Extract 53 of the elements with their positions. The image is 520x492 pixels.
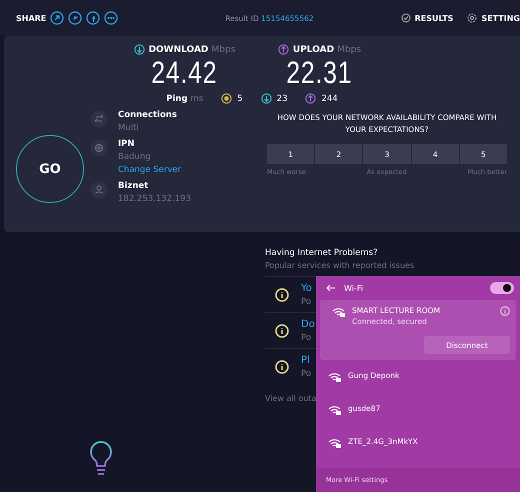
info-title: Connections [118, 110, 177, 120]
service-note: Po [301, 368, 312, 378]
wifi-toggle[interactable] [490, 282, 514, 294]
info-detail: Multi [118, 123, 140, 133]
go-button[interactable]: GO [16, 135, 84, 203]
person-icon [90, 181, 108, 199]
arrows-icon [90, 110, 108, 128]
back-arrow-icon[interactable] [326, 284, 336, 292]
info-icon [275, 324, 289, 338]
service-name[interactable]: Yo [301, 282, 312, 294]
ping-value: 244 [321, 94, 338, 104]
upload-icon [305, 93, 316, 104]
info-icon [275, 360, 289, 374]
wifi-lock-icon [332, 306, 346, 318]
upload-icon [278, 44, 289, 55]
link-icon[interactable] [50, 11, 64, 25]
ping-value: 23 [276, 94, 288, 104]
settings-icon [467, 13, 478, 23]
problems-subtitle: Popular services with reported issues [265, 261, 416, 270]
results-link[interactable]: RESULTS [414, 14, 454, 22]
ping-label: Ping ms [166, 94, 204, 104]
info-title: IPN [118, 139, 136, 149]
wifi-lock-icon [328, 370, 342, 382]
download-icon [260, 93, 272, 104]
share-label: SHARE [16, 14, 46, 22]
settings-link[interactable]: SETTING [481, 14, 520, 22]
download-icon [134, 44, 145, 55]
speed-label: DOWNLOAD Mbps [148, 44, 236, 54]
letter-f-icon[interactable] [86, 11, 100, 25]
problems-title: Having Internet Problems? [265, 248, 379, 258]
check-circle-icon [400, 13, 411, 23]
bird-icon[interactable] [68, 11, 82, 25]
ping-value: 5 [237, 94, 243, 104]
service-note: Po [301, 296, 312, 306]
change-server-link[interactable]: Change Server [118, 165, 182, 175]
service-note: Po [301, 332, 312, 342]
info-detail: Badung [118, 152, 152, 162]
globe-icon [90, 139, 108, 157]
info-detail: 182.253.132.193 [118, 194, 192, 204]
speed-value: 22.31 [286, 55, 353, 91]
speed-value: 24.42 [151, 55, 218, 91]
wifi-lock-icon [328, 404, 342, 416]
panel-title: Wi-Fi [344, 284, 364, 292]
view-all-link[interactable]: View all outa [265, 394, 316, 403]
service-name[interactable]: Pl [301, 354, 312, 366]
info-icon[interactable] [500, 306, 510, 316]
info-title: Biznet [118, 181, 150, 191]
ping-icon [221, 93, 232, 104]
wifi-lock-icon [328, 436, 342, 448]
speed-label: UPLOAD Mbps [292, 44, 362, 54]
more-icon[interactable] [104, 11, 118, 25]
info-icon [275, 288, 289, 302]
service-name[interactable]: Do [301, 318, 315, 330]
